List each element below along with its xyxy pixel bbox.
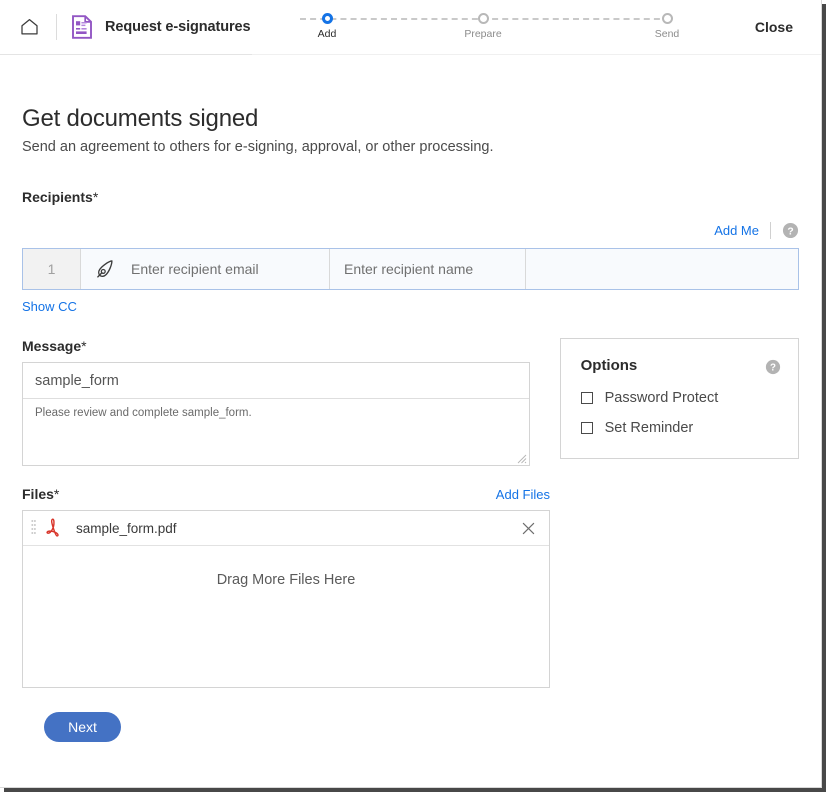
recipients-toolbar: Add Me ? (22, 217, 799, 243)
recipients-label: Recipients (22, 189, 93, 205)
recipient-row: 1 Enter recipient email Enter recipient … (22, 248, 799, 290)
next-button[interactable]: Next (44, 712, 121, 742)
recipient-email-input[interactable]: Enter recipient email (129, 249, 330, 289)
add-me-link[interactable]: Add Me (714, 223, 759, 238)
set-reminder-label: Set Reminder (604, 420, 694, 436)
option-password-protect[interactable]: Password Protect (580, 390, 778, 406)
step-prepare-dot (477, 13, 489, 24)
message-header: Message* (22, 338, 530, 356)
message-body-textarea[interactable]: Please review and complete sample_form. (23, 399, 529, 465)
file-row[interactable]: sample_form.pdf (23, 511, 549, 546)
svg-text:?: ? (787, 226, 793, 237)
footer: Next (22, 688, 799, 742)
close-button[interactable]: Close (749, 15, 799, 39)
app-title: Request e-signatures (105, 18, 251, 35)
message-box: sample_form Please review and complete s… (22, 362, 530, 466)
files-label-group: Files* (22, 486, 59, 504)
step-prepare[interactable]: Prepare (438, 11, 528, 40)
e-signature-document-icon (72, 14, 92, 39)
request-esignatures-window: Request e-signatures Add Prepare Send Cl… (0, 0, 822, 788)
step-prepare-label: Prepare (464, 28, 502, 40)
show-cc-link[interactable]: Show CC (22, 299, 77, 314)
page-subtitle: Send an agreement to others for e-signin… (22, 139, 494, 155)
options-title: Options (580, 357, 638, 374)
file-list: sample_form.pdf Drag More Files Here (22, 510, 550, 688)
pdf-icon (46, 518, 59, 537)
message-options-row: Message* sample_form Please review and c… (22, 338, 799, 466)
recipients-header: Recipients* (22, 189, 799, 209)
password-protect-checkbox[interactable] (580, 392, 593, 404)
drag-handle-icon[interactable] (31, 518, 36, 538)
recipient-index: 1 (23, 249, 81, 289)
message-body-text: Please review and complete sample_form. (35, 407, 252, 419)
message-label: Message (22, 338, 82, 354)
message-subject-input[interactable]: sample_form (23, 363, 529, 399)
resize-handle-icon[interactable] (517, 454, 527, 464)
main-content: Get documents signed Send an agreement t… (0, 55, 821, 742)
message-column: Message* sample_form Please review and c… (22, 338, 530, 466)
page-title: Get documents signed (22, 105, 259, 132)
message-required-mark: * (81, 338, 87, 354)
files-label: Files (22, 486, 54, 502)
password-protect-label: Password Protect (604, 390, 719, 406)
recipient-role-selector[interactable] (81, 249, 129, 289)
file-dropzone[interactable]: Drag More Files Here (23, 546, 549, 687)
home-icon[interactable] (14, 12, 44, 42)
pen-nib-icon (97, 260, 113, 278)
step-add[interactable]: Add (282, 11, 372, 40)
app-header: Request e-signatures Add Prepare Send Cl… (0, 0, 821, 55)
header-left-group: Request e-signatures (0, 0, 252, 55)
remove-file-button[interactable] (515, 515, 541, 541)
option-set-reminder[interactable]: Set Reminder (580, 420, 778, 436)
files-header: Files* Add Files (22, 486, 550, 504)
step-add-dot (321, 13, 333, 24)
file-name: sample_form.pdf (76, 520, 177, 536)
options-panel: Options ? Password Protect Set Reminder (559, 338, 799, 459)
add-files-link[interactable]: Add Files (496, 487, 550, 502)
step-send-dot (661, 13, 673, 24)
set-reminder-checkbox[interactable] (580, 422, 593, 434)
step-send[interactable]: Send (622, 11, 712, 40)
recipient-name-input[interactable]: Enter recipient name (330, 249, 526, 289)
header-divider (56, 13, 57, 40)
step-add-label: Add (317, 28, 337, 40)
progress-stepper: Add Prepare Send (290, 11, 680, 47)
recipients-help-icon[interactable]: ? (782, 222, 799, 239)
options-column: Options ? Password Protect Set Reminder (559, 338, 799, 459)
recipients-required-mark: * (92, 189, 99, 205)
options-help-icon[interactable]: ? (765, 359, 781, 375)
recipient-extra-cell[interactable] (526, 249, 798, 289)
toolbar-divider (770, 221, 771, 239)
close-x-icon (522, 522, 534, 534)
svg-text:?: ? (770, 363, 776, 374)
files-required-mark: * (53, 486, 60, 502)
step-send-label: Send (654, 28, 680, 40)
